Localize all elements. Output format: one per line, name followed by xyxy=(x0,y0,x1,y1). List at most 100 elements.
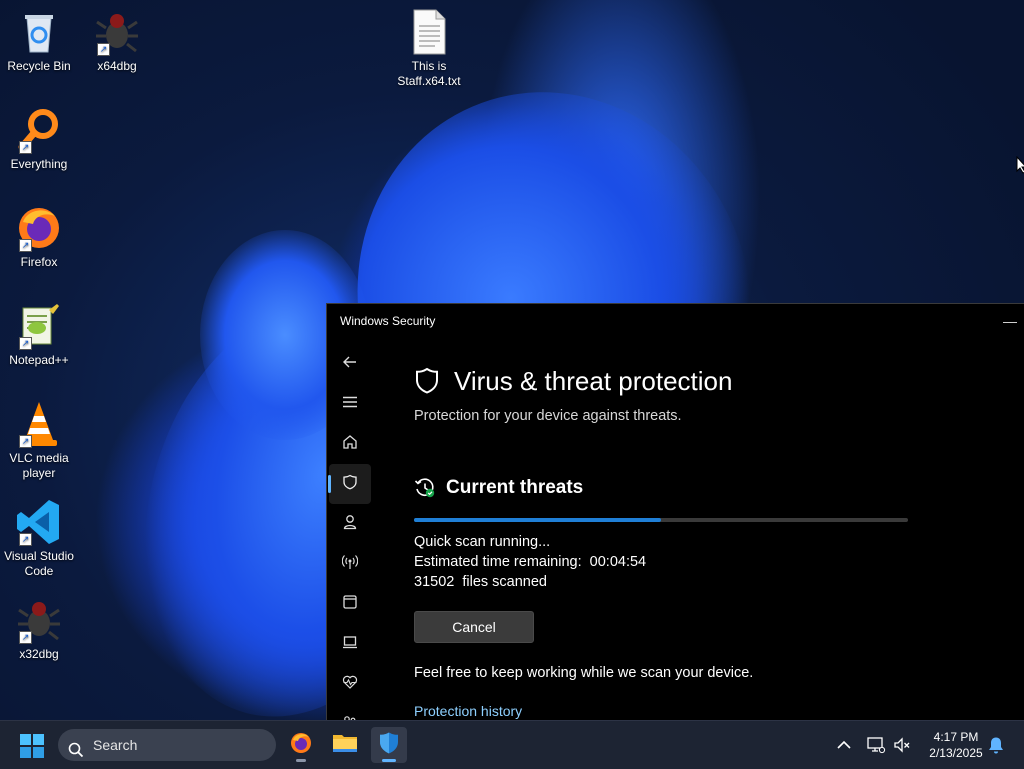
taskbar-clock[interactable]: 4:17 PM 2/13/2025 xyxy=(918,729,994,761)
shield-icon xyxy=(414,367,440,395)
desktop-icon-label: Recycle Bin xyxy=(7,59,71,73)
shortcut-arrow-icon: ↗ xyxy=(19,631,32,644)
desktop-icon-label: Notepad++ xyxy=(9,353,69,367)
app-browser-icon xyxy=(342,594,358,615)
history-clock-icon xyxy=(414,477,436,499)
page-title-text: Virus & threat protection xyxy=(454,366,733,396)
desktop: Recycle Bin ↗ x64dbg This is Staff.x64.t… xyxy=(0,0,1024,720)
files-scanned-label: files scanned xyxy=(462,574,547,590)
taskbar-search-box[interactable]: Search xyxy=(58,729,276,761)
nav-item-firewall-network[interactable] xyxy=(327,544,373,584)
desktop-icon-everything[interactable]: ↗ Everything xyxy=(0,106,78,172)
nav-item-device-performance-health[interactable] xyxy=(327,664,373,704)
desktop-icon-notepad-plus-plus[interactable]: ↗ Notepad++ xyxy=(0,302,78,368)
firefox-icon: ↗ xyxy=(15,204,63,252)
page-subtitle: Protection for your device against threa… xyxy=(414,408,682,424)
bell-icon xyxy=(986,737,1006,759)
chevron-up-icon xyxy=(834,740,854,759)
home-icon xyxy=(342,434,358,455)
start-button[interactable] xyxy=(19,733,45,759)
network-monitor-icon xyxy=(866,737,886,759)
windows-security-icon xyxy=(377,731,401,760)
files-scanned-row: 31502 files scanned xyxy=(414,572,1014,592)
desktop-icon-x64dbg[interactable]: ↗ x64dbg xyxy=(78,8,156,74)
desktop-icon-vscode[interactable]: ↗ Visual Studio Code xyxy=(0,498,78,579)
desktop-icon-vlc[interactable]: ↗ VLC media player xyxy=(0,400,78,481)
network-antenna-icon xyxy=(341,554,359,575)
scan-status: Quick scan running... xyxy=(414,534,551,550)
window-title: Windows Security xyxy=(340,314,436,328)
back-arrow-icon xyxy=(342,354,358,375)
shortcut-arrow-icon: ↗ xyxy=(19,141,32,154)
search-icon xyxy=(68,737,84,769)
vlc-cone-icon: ↗ xyxy=(15,400,63,448)
shortcut-arrow-icon: ↗ xyxy=(19,239,32,252)
taskbar: Search 4:17 PM 2/13/2025 xyxy=(0,720,1024,769)
nav-item-app-browser-control[interactable] xyxy=(327,584,373,624)
window-titlebar[interactable]: Windows Security — xyxy=(327,304,1024,338)
search-placeholder: Search xyxy=(93,737,138,753)
page-title: Virus & threat protection xyxy=(414,364,1014,398)
nav-item-account-protection[interactable] xyxy=(327,504,373,544)
running-indicator xyxy=(296,759,306,762)
time-remaining-value: 00:04:54 xyxy=(589,554,647,570)
files-scanned-count: 31502 xyxy=(414,574,455,590)
desktop-icon-text-file[interactable]: This is Staff.x64.txt xyxy=(390,8,468,89)
nav-item-device-security[interactable] xyxy=(327,624,373,664)
desktop-icon-label: x32dbg xyxy=(19,647,59,661)
shortcut-arrow-icon: ↗ xyxy=(19,533,32,546)
nav-item-home[interactable] xyxy=(327,424,373,464)
desktop-icon-recycle-bin[interactable]: Recycle Bin xyxy=(0,8,78,74)
magnifier-icon: ↗ xyxy=(15,106,63,154)
minimize-button[interactable]: — xyxy=(1003,304,1017,338)
firefox-icon xyxy=(289,731,313,760)
scan-info-text: Feel free to keep working while we scan … xyxy=(414,665,754,681)
time-remaining-label: Estimated time remaining: xyxy=(414,554,582,570)
desktop-icon-label: Firefox xyxy=(20,255,58,269)
desktop-icon-label: VLC media player xyxy=(9,451,69,480)
current-threats-heading: Current threats xyxy=(414,476,1014,500)
taskbar-app-windows-security[interactable] xyxy=(371,727,407,763)
time-remaining-row: Estimated time remaining: 00:04:54 xyxy=(414,552,1014,572)
account-icon xyxy=(342,514,358,535)
clock-date: 2/13/2025 xyxy=(929,746,983,760)
desktop-icon-label: This is Staff.x64.txt xyxy=(397,59,461,88)
scan-progress-fill xyxy=(414,518,661,522)
recycle-bin-icon xyxy=(15,8,63,56)
heart-pulse-icon xyxy=(342,674,358,695)
desktop-icon-x32dbg[interactable]: ↗ x32dbg xyxy=(0,596,78,662)
notepad-plus-plus-icon: ↗ xyxy=(15,302,63,350)
nav-item-family-options[interactable] xyxy=(327,704,373,720)
vscode-icon: ↗ xyxy=(15,498,63,546)
speaker-muted-icon xyxy=(892,737,912,759)
desktop-icon-label: Everything xyxy=(10,157,68,171)
bug-icon: ↗ xyxy=(15,596,63,644)
section-title-text: Current threats xyxy=(446,477,584,498)
back-button[interactable] xyxy=(327,344,373,384)
taskbar-app-firefox[interactable] xyxy=(283,727,319,763)
show-hidden-icons-button[interactable] xyxy=(834,735,854,755)
shortcut-arrow-icon: ↗ xyxy=(97,43,110,56)
windows-logo-icon xyxy=(19,734,45,763)
shortcut-arrow-icon: ↗ xyxy=(19,337,32,350)
protection-history-link[interactable]: Protection history xyxy=(414,703,1014,719)
bug-icon: ↗ xyxy=(93,8,141,56)
network-status-button[interactable] xyxy=(866,735,886,755)
volume-button[interactable] xyxy=(892,735,912,755)
desktop-icon-label: Visual Studio Code xyxy=(4,549,74,578)
active-indicator xyxy=(382,759,396,762)
desktop-icon-firefox[interactable]: ↗ Firefox xyxy=(0,204,78,270)
text-file-icon xyxy=(405,8,453,56)
navigation-sidebar xyxy=(327,344,373,720)
menu-button[interactable] xyxy=(327,384,373,424)
mouse-cursor-icon xyxy=(1016,155,1024,179)
taskbar-app-file-explorer[interactable] xyxy=(327,727,363,763)
windows-security-window: Windows Security — Virus & threat protec… xyxy=(326,303,1024,720)
hamburger-menu-icon xyxy=(342,394,358,415)
notifications-button[interactable] xyxy=(986,735,1006,755)
cancel-scan-button[interactable]: Cancel xyxy=(414,611,534,643)
laptop-icon xyxy=(342,634,358,655)
nav-item-virus-threat-protection[interactable] xyxy=(328,464,371,504)
desktop-icon-label: x64dbg xyxy=(97,59,137,73)
file-explorer-icon xyxy=(332,732,358,759)
